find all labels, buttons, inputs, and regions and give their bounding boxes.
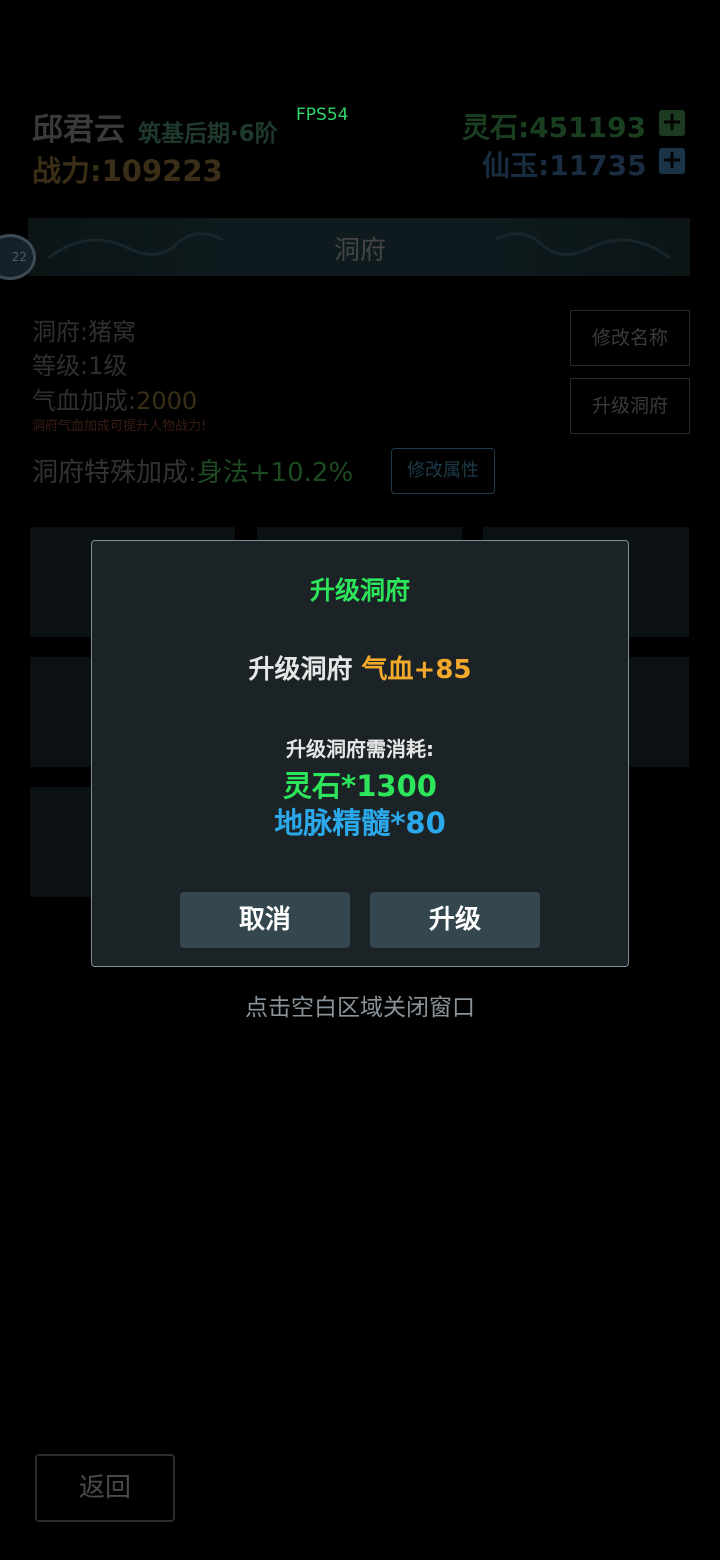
special-bonus-row: 洞府特殊加成:身法+10.2% [32,452,353,489]
fps-counter: FPS54 [296,105,349,125]
close-hint: 点击空白区域关闭窗口 [245,995,475,1021]
power-label: 战力: [32,154,102,188]
special-bonus-value: 身法+10.2% [196,458,354,488]
page-title: 洞府 [333,236,386,266]
jade-value: 11735 [549,149,647,182]
rename-button[interactable]: 修改名称 [570,310,690,366]
cave-hp-label: 气血加成: [32,387,137,415]
add-jade-button[interactable]: + [659,147,685,174]
cave-level-label: 等级: [32,352,89,380]
jade-label: 仙玉: [482,149,550,182]
cost-earth-essence: 地脉精髓*80 [274,806,446,840]
power-value: 109223 [101,154,223,188]
upgrade-dialog: 升级洞府 升级洞府 气血+85 升级洞府需消耗: 灵石*1300 地脉精髓*80… [91,540,629,967]
stone-label: 灵石: [462,111,530,144]
effect-value: 气血+85 [361,655,472,685]
cave-name-value: 猪窝 [88,318,137,346]
dialog-title: 升级洞府 [309,576,410,605]
edit-attribute-button[interactable]: 修改属性 [391,448,495,494]
effect-prefix: 升级洞府 [248,655,353,685]
stone-value: 451193 [529,111,647,144]
upgrade-cave-button[interactable]: 升级洞府 [570,378,690,434]
add-stone-button[interactable]: + [659,109,685,136]
cave-hp-value: 2000 [136,387,198,415]
cost-label: 升级洞府需消耗: [286,737,434,761]
cave-hp-row: 气血加成:2000 [32,381,197,416]
cave-name-row: 洞府:猪窝 [32,312,136,347]
realm-label: 筑基后期·6阶 [138,121,278,147]
cancel-button[interactable]: 取消 [180,892,350,948]
cave-name-label: 洞府: [32,318,89,346]
cave-level-value: 1级 [88,352,128,380]
cave-hint: 洞府气血加成可提升人物战力! [32,419,207,434]
upgrade-effect: 升级洞府 气血+85 [92,649,628,686]
spirit-stone: 灵石:451193 [462,106,646,146]
confirm-upgrade-button[interactable]: 升级 [370,892,540,948]
special-bonus-label: 洞府特殊加成: [32,458,197,488]
cave-level-row: 等级:1级 [32,346,127,381]
cost-spirit-stone: 灵石*1300 [283,769,437,803]
back-button[interactable]: 返回 [35,1454,175,1522]
player-name: 邱君云 [32,112,125,148]
immortal-jade: 仙玉:11735 [482,144,647,184]
combat-power: 战力:109223 [32,148,223,190]
